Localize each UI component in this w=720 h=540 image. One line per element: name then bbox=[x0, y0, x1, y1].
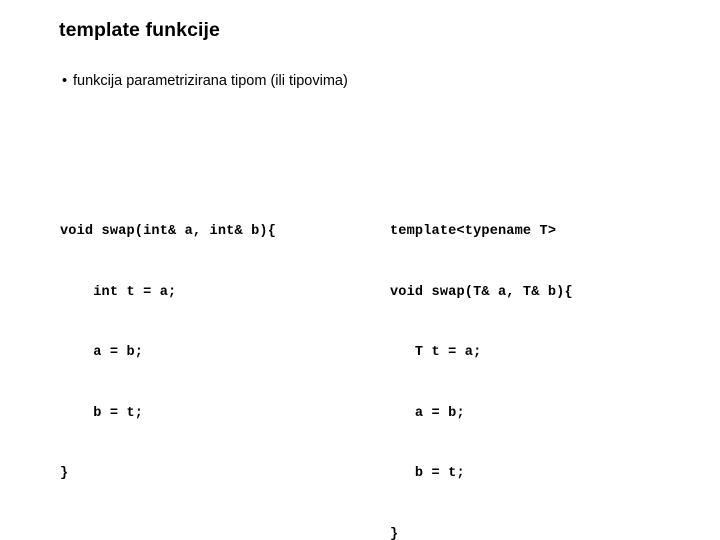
code-line: T t = a; bbox=[390, 345, 482, 361]
code-line: void swap(int& a, int& b){ bbox=[60, 224, 276, 240]
code-line: } bbox=[390, 526, 399, 540]
code-line: void swap(T& a, T& b){ bbox=[390, 284, 573, 300]
code-block-left-column: void swap(int& a, int& b){ int t = a; a … bbox=[60, 121, 370, 540]
code-block-swap-int: void swap(int& a, int& b){ int t = a; a … bbox=[60, 182, 370, 525]
code-line: b = t; bbox=[390, 466, 465, 482]
bullet-item-label: funkcija parametrizirana tipom (ili tipo… bbox=[73, 73, 348, 89]
slide-canvas: template funkcije • funkcija parametrizir… bbox=[0, 0, 720, 540]
page-title: template funkcije bbox=[59, 19, 220, 41]
code-line: } bbox=[60, 466, 69, 482]
bullet-marker-icon: • bbox=[62, 73, 68, 89]
code-line: a = b; bbox=[390, 405, 465, 421]
bullet-list: • funkcija parametrizirana tipom (ili tip… bbox=[62, 72, 662, 91]
code-line: template<typename T> bbox=[390, 224, 557, 240]
code-line: a = b; bbox=[60, 345, 144, 361]
code-line: int t = a; bbox=[60, 284, 177, 300]
code-line: b = t; bbox=[60, 405, 144, 421]
code-block-swap-template: template<typename T> void swap(T& a, T& … bbox=[390, 182, 690, 540]
bullet-item: • funkcija parametrizirana tipom (ili tip… bbox=[62, 72, 662, 91]
code-block-right-column: template<typename T> void swap(T& a, T& … bbox=[390, 121, 690, 540]
